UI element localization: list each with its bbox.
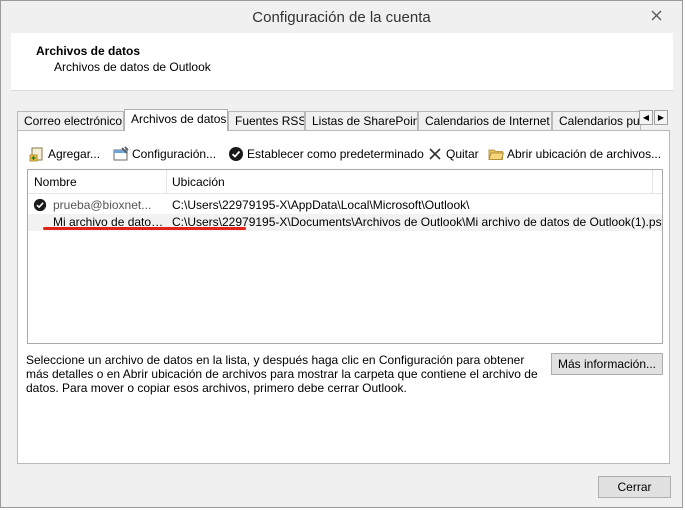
x-icon bbox=[429, 148, 441, 160]
data-files-list[interactable]: Nombre Ubicación prueba@bioxnet... C:\Us… bbox=[27, 169, 663, 344]
folder-icon bbox=[488, 149, 504, 160]
add-data-file-icon bbox=[29, 147, 43, 162]
tab-data-files[interactable]: Archivos de datos bbox=[124, 109, 228, 131]
check-circle-icon bbox=[33, 198, 47, 212]
column-header-location[interactable]: Ubicación bbox=[172, 175, 225, 189]
tab-scroll-left-button[interactable]: ◀ bbox=[639, 110, 653, 125]
header-subtitle: Archivos de datos de Outlook bbox=[54, 60, 211, 74]
column-header-name[interactable]: Nombre bbox=[34, 175, 77, 189]
tab-email[interactable]: Correo electrónico bbox=[17, 111, 124, 130]
tab-scroll-right-button[interactable]: ▶ bbox=[654, 110, 668, 125]
list-header: Nombre Ubicación bbox=[28, 170, 662, 194]
row-name: prueba@bioxnet... bbox=[53, 198, 152, 212]
tab-rss-feeds[interactable]: Fuentes RSS bbox=[228, 111, 305, 130]
add-label: Agregar... bbox=[48, 147, 101, 161]
account-settings-window: Configuración de la cuenta Archivos de d… bbox=[0, 0, 683, 508]
tab-sharepoint-lists[interactable]: Listas de SharePoint bbox=[305, 111, 418, 130]
settings-button[interactable]: Configuración... bbox=[113, 144, 216, 164]
open-file-location-button[interactable]: Abrir ubicación de archivos... bbox=[488, 144, 661, 164]
title-bar: Configuración de la cuenta bbox=[1, 1, 682, 33]
column-divider[interactable] bbox=[166, 170, 167, 194]
add-button[interactable]: Agregar... bbox=[29, 144, 100, 164]
help-text: Seleccione un archivo de datos en la lis… bbox=[26, 353, 538, 395]
remove-label: Quitar bbox=[446, 147, 479, 161]
header-title: Archivos de datos bbox=[36, 44, 141, 58]
window-title: Configuración de la cuenta bbox=[252, 9, 431, 26]
close-icon bbox=[651, 10, 661, 20]
close-button[interactable] bbox=[638, 4, 674, 26]
remove-button[interactable]: Quitar bbox=[427, 144, 479, 164]
red-annotation-underline bbox=[43, 227, 246, 230]
toolbar: Agregar... Configuración... Establecer c… bbox=[29, 144, 661, 164]
tab-strip: Correo electrónico Archivos de datos Fue… bbox=[17, 109, 657, 131]
tab-internet-calendars[interactable]: Calendarios de Internet bbox=[418, 111, 552, 130]
set-default-label: Establecer como predeterminado bbox=[247, 147, 424, 161]
more-info-button[interactable]: Más información... bbox=[551, 353, 663, 375]
settings-label: Configuración... bbox=[132, 147, 217, 161]
tab-published-calendars[interactable]: Calendarios publ bbox=[552, 111, 641, 130]
list-row-default[interactable]: prueba@bioxnet... C:\Users\22979195-X\Ap… bbox=[28, 197, 662, 214]
data-files-tab-page: Agregar... Configuración... Establecer c… bbox=[17, 130, 670, 464]
header-panel: Archivos de datos Archivos de datos de O… bbox=[11, 33, 673, 91]
row-location: C:\Users\22979195-X\AppData\Local\Micros… bbox=[172, 198, 470, 212]
settings-icon bbox=[113, 146, 129, 161]
open-location-label: Abrir ubicación de archivos... bbox=[507, 147, 662, 161]
set-default-button[interactable]: Establecer como predeterminado bbox=[228, 144, 424, 164]
arrow-right-icon: ▶ bbox=[657, 113, 665, 122]
close-dialog-button[interactable]: Cerrar bbox=[598, 476, 671, 498]
check-circle-icon bbox=[229, 147, 243, 161]
arrow-left-icon: ◀ bbox=[642, 113, 650, 122]
column-divider[interactable] bbox=[652, 170, 653, 194]
